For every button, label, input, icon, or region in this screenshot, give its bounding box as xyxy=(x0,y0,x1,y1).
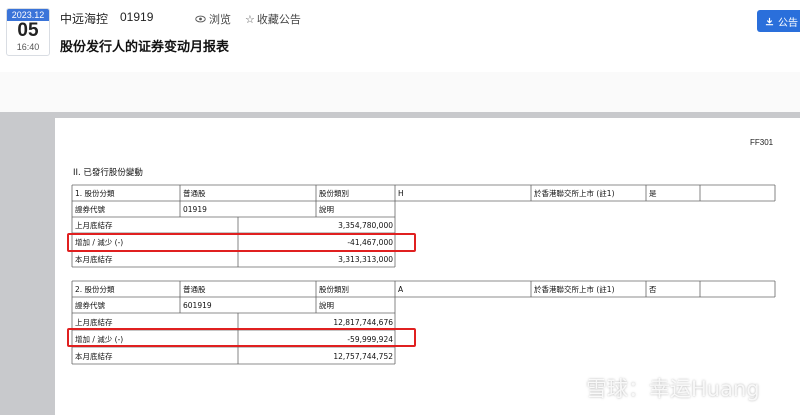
block2-listed-label: 於香港聯交所上市 (註1) xyxy=(534,285,615,294)
block2-desc-label: 說明 xyxy=(319,301,334,310)
block2-curr-label: 本月底結存 xyxy=(75,352,113,361)
block1-code-value: 01919 xyxy=(183,205,207,214)
block1-class-label: 1. 股份分類 xyxy=(75,189,115,198)
block1-prev-label: 上月底結存 xyxy=(75,221,113,230)
watermark: 雪球：幸运Huang xyxy=(560,373,760,403)
snowball-logo-icon xyxy=(560,377,582,399)
block1-code-label: 證券代號 xyxy=(75,205,105,214)
block1-category-label: 股份類別 xyxy=(319,189,349,198)
block2-category-value: A xyxy=(398,285,404,294)
block1-class-value: 普通股 xyxy=(183,189,206,198)
block2-category-label: 股份類別 xyxy=(319,285,349,294)
block2-class-label: 2. 股份分類 xyxy=(75,285,115,294)
table-grid xyxy=(71,184,776,365)
block1-prev-value: 3,354,780,000 xyxy=(338,221,393,230)
block1-curr-label: 本月底結存 xyxy=(75,255,113,264)
block2-code-label: 證券代號 xyxy=(75,301,105,310)
block2-class-value: 普通股 xyxy=(183,285,206,294)
block1-curr-value: 3,313,313,000 xyxy=(338,255,393,264)
block2-code-value: 601919 xyxy=(183,301,212,310)
highlight-box-a-share-change xyxy=(67,328,416,347)
block1-listed-value: 是 xyxy=(649,189,657,198)
block2-curr-value: 12,757,744,752 xyxy=(333,352,393,361)
highlight-box-h-share-change xyxy=(67,233,416,252)
block1-desc-label: 說明 xyxy=(319,205,334,214)
block2-listed-value: 否 xyxy=(649,285,657,294)
block1-category-value: H xyxy=(398,189,404,198)
block1-listed-label: 於香港聯交所上市 (註1) xyxy=(534,189,615,198)
watermark-text: 雪球：幸运Huang xyxy=(586,377,760,401)
